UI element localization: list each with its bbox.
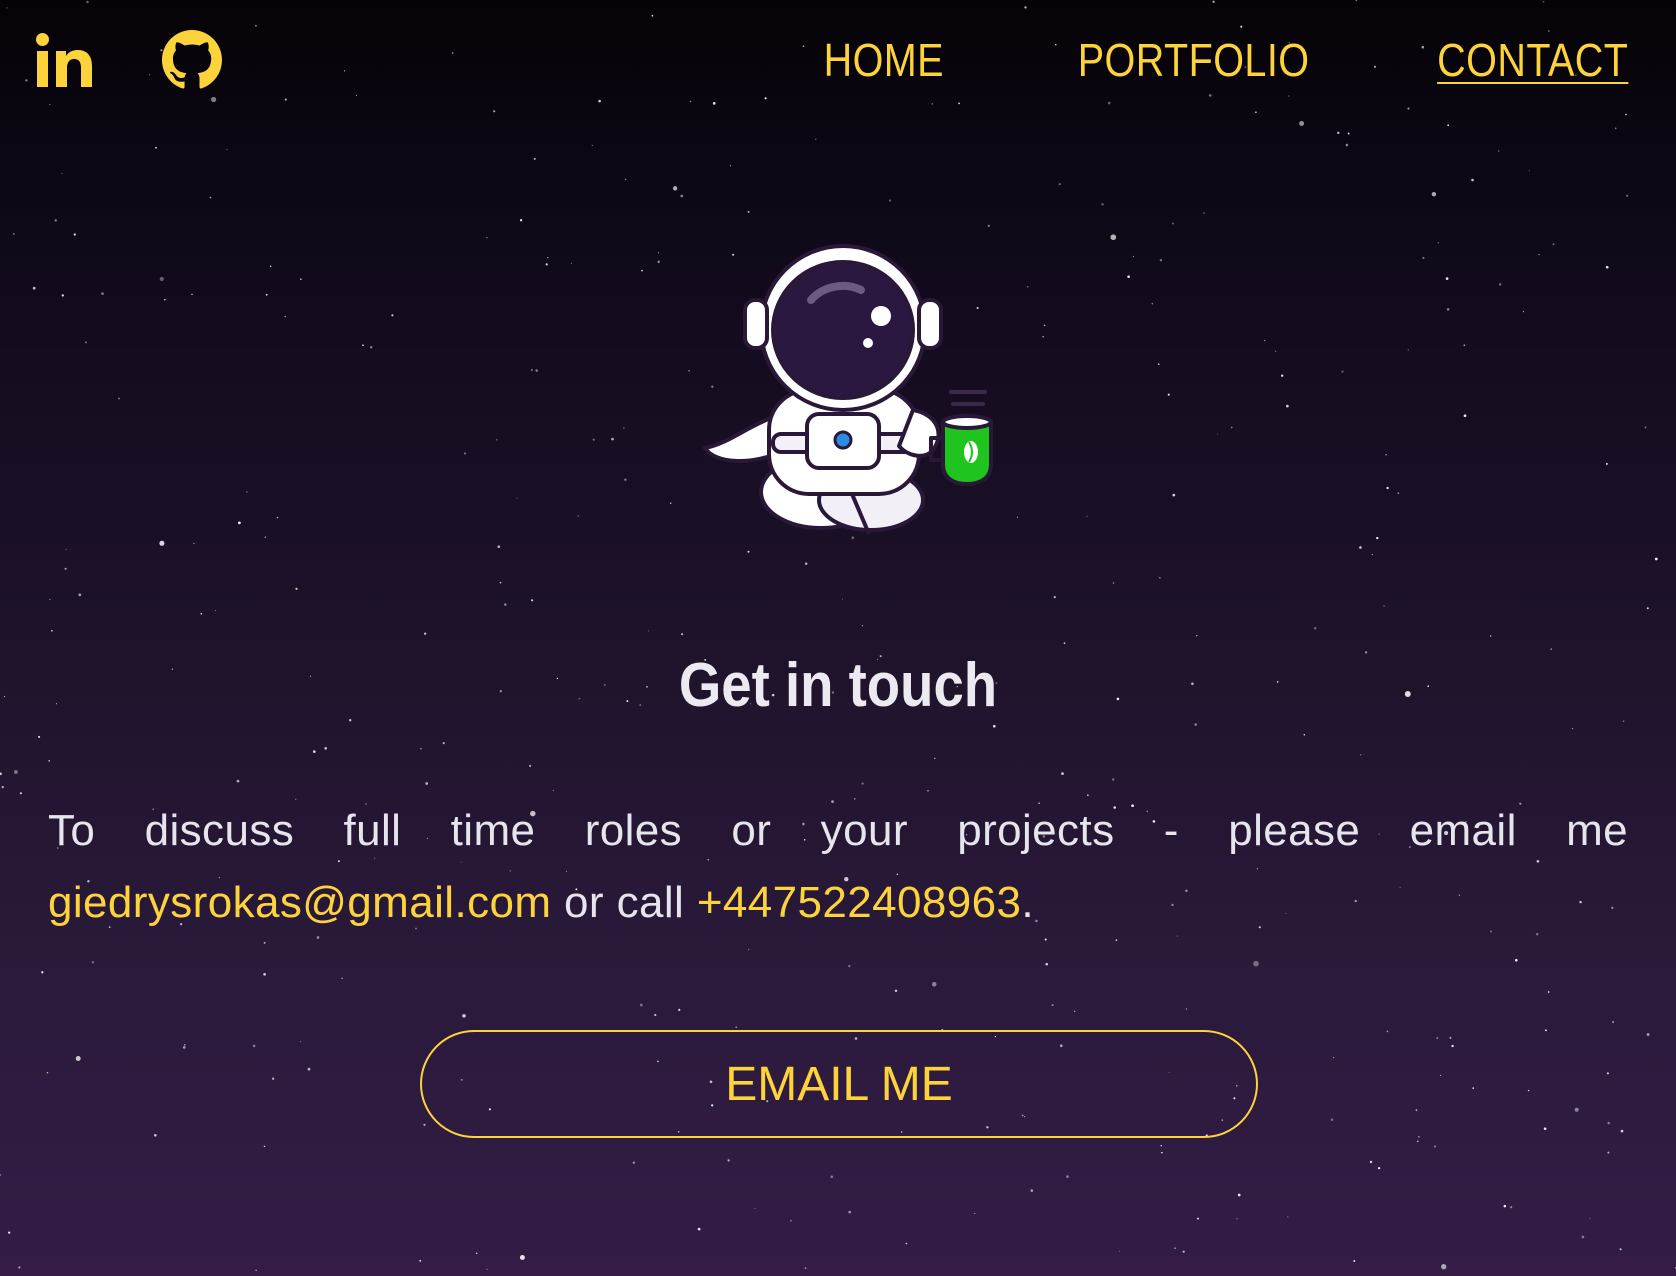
main-nav: HOME PORTFOLIO CONTACT: [804, 30, 1628, 90]
sentence-end: .: [1021, 878, 1034, 927]
social-links: [34, 30, 222, 90]
linkedin-link[interactable]: [34, 31, 94, 89]
email-link[interactable]: giedrysrokas@gmail.com: [48, 878, 551, 927]
or-call-text: or call: [551, 878, 697, 927]
github-link[interactable]: [162, 30, 222, 90]
nav-portfolio[interactable]: PORTFOLIO: [1078, 30, 1310, 90]
email-me-button[interactable]: EMAIL ME: [420, 1030, 1258, 1138]
page-title: Get in touch: [678, 651, 998, 720]
nav-home[interactable]: HOME: [824, 30, 944, 90]
phone-link[interactable]: +447522408963: [697, 878, 1022, 927]
github-icon: [162, 30, 222, 89]
nav-contact[interactable]: CONTACT: [1437, 30, 1628, 90]
astronaut-with-coffee-icon: [703, 244, 993, 535]
contact-paragraph: To discuss full time roles or your proje…: [48, 795, 1628, 939]
linkedin-icon: [36, 33, 92, 87]
contact-intro: To discuss full time roles or your proje…: [48, 806, 1628, 855]
